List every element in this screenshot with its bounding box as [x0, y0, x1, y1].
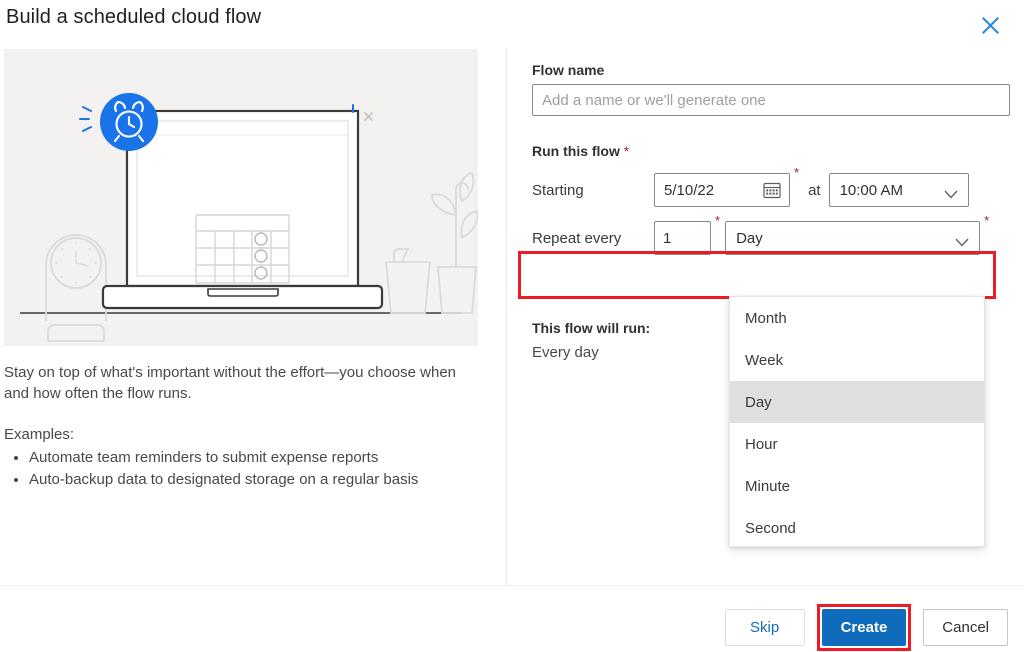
repeat-unit-value: Day — [736, 229, 763, 247]
flow-name-label: Flow name — [532, 62, 605, 78]
start-time-dropdown[interactable]: 10:00 AM — [828, 173, 969, 207]
repeat-every-row: Repeat every * Day * — [532, 213, 1010, 255]
panel-divider — [506, 48, 507, 585]
run-summary-heading: This flow will run: — [532, 320, 651, 336]
run-this-flow-label: Run this flow — [532, 143, 620, 159]
close-icon — [981, 16, 999, 34]
repeat-every-highlight — [518, 251, 996, 299]
dropdown-option-week[interactable]: Week — [730, 339, 984, 381]
required-indicator: * — [794, 165, 800, 180]
dropdown-option-day[interactable]: Day — [730, 381, 984, 423]
flow-name-input[interactable] — [532, 84, 1010, 116]
flow-settings-form: Flow name Run this flow * Starting — [532, 62, 1010, 255]
list-item: Auto-backup data to designated storage o… — [29, 469, 482, 491]
examples-label: Examples: — [4, 426, 75, 443]
starting-label: Starting — [532, 181, 584, 199]
dropdown-option-second[interactable]: Second — [730, 507, 984, 549]
footer-divider — [0, 585, 1024, 586]
start-time-value: 10:00 AM — [839, 181, 903, 199]
repeat-every-label: Repeat every — [532, 229, 622, 247]
chevron-down-icon — [955, 234, 969, 251]
at-label: at — [808, 181, 821, 199]
skip-button[interactable]: Skip — [724, 609, 805, 646]
dropdown-option-hour[interactable]: Hour — [730, 423, 984, 465]
cancel-button[interactable]: Cancel — [923, 609, 1008, 646]
required-indicator: * — [984, 213, 990, 228]
flow-run-summary: This flow will run: Every day — [532, 320, 650, 361]
left-panel-body: Stay on top of what's important without … — [4, 362, 482, 491]
chevron-down-icon — [944, 186, 958, 203]
run-summary-value: Every day — [532, 344, 599, 361]
required-indicator: * — [715, 213, 721, 228]
examples-list: Automate team reminders to submit expens… — [4, 447, 482, 491]
create-button[interactable]: Create — [821, 609, 907, 646]
repeat-unit-dropdown[interactable]: Day — [725, 221, 981, 255]
dialog-footer: Skip Create Cancel — [724, 604, 1008, 651]
close-button[interactable] — [974, 9, 1006, 41]
lead-description: Stay on top of what's important without … — [4, 364, 457, 402]
create-button-highlight: Create — [816, 604, 912, 651]
start-date-field[interactable] — [654, 173, 790, 207]
dropdown-option-month[interactable]: Month — [730, 297, 984, 339]
starting-row: Starting * — [532, 165, 1010, 207]
scheduled-flow-illustration — [4, 49, 478, 346]
required-indicator: * — [623, 143, 630, 159]
page-title: Build a scheduled cloud flow — [6, 6, 262, 28]
run-this-flow-heading: Run this flow * — [532, 143, 1010, 159]
repeat-interval-input[interactable] — [654, 221, 711, 255]
list-item: Automate team reminders to submit expens… — [29, 447, 482, 469]
start-date-input[interactable] — [655, 175, 751, 205]
scheduled-cloud-flow-dialog: Build a scheduled cloud flow Stay on top… — [0, 0, 1024, 652]
repeat-unit-option-list[interactable]: Month Week Day Hour Minute Second — [729, 296, 985, 547]
calendar-icon[interactable] — [763, 181, 781, 204]
dropdown-option-minute[interactable]: Minute — [730, 465, 984, 507]
